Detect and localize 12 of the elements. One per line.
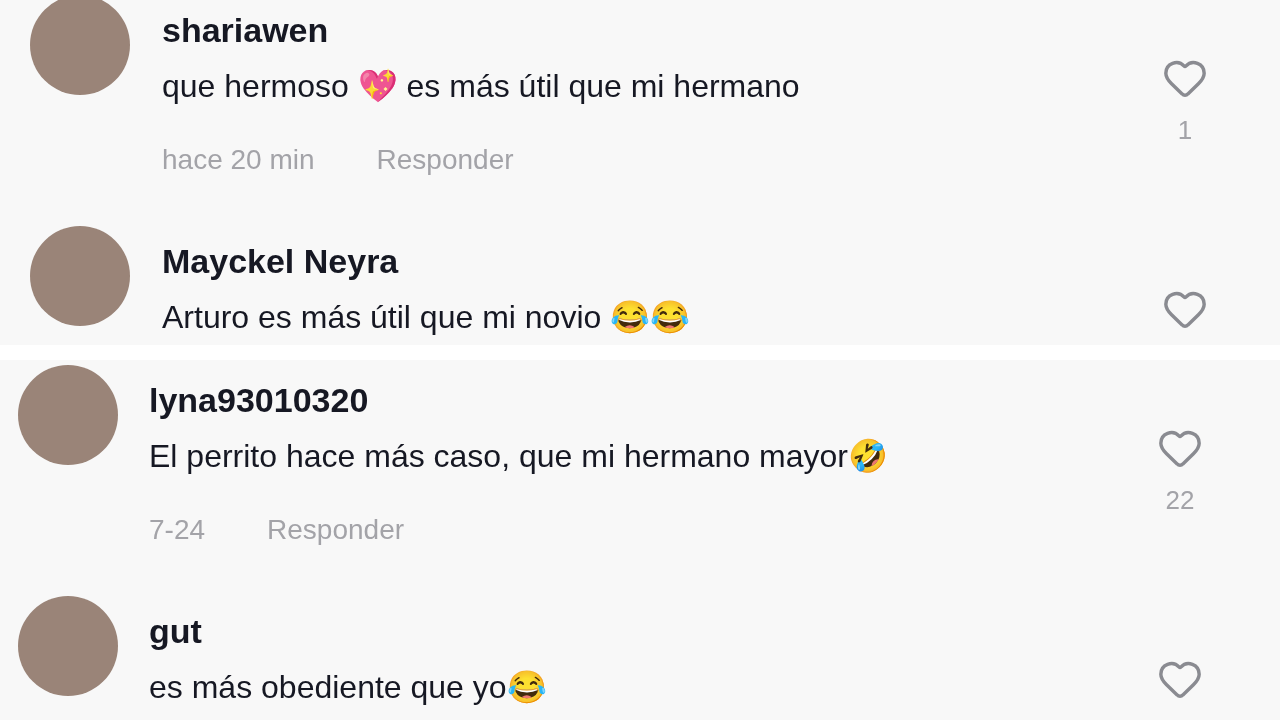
comment-text: El perrito hace más caso, que mi hermano mayor🤣 xyxy=(149,437,889,476)
comment-text: que hermoso 💖 es más útil que mi hermano xyxy=(162,67,801,106)
comment-text: es más obediente que yo😂 xyxy=(149,668,548,707)
like-count: 1 xyxy=(1177,114,1193,147)
like-count: 22 xyxy=(1165,484,1195,517)
comment-time: 7-24 xyxy=(149,513,206,547)
comment-time: hace 20 min xyxy=(162,143,315,177)
username[interactable]: lyna93010320 xyxy=(149,378,1124,422)
username[interactable]: Mayckel Neyra xyxy=(162,239,1128,283)
username[interactable]: gut xyxy=(149,609,1124,653)
username[interactable]: shariawen xyxy=(162,8,1128,52)
comment-text: Arturo es más útil que mi novio 😂😂 xyxy=(162,298,692,337)
